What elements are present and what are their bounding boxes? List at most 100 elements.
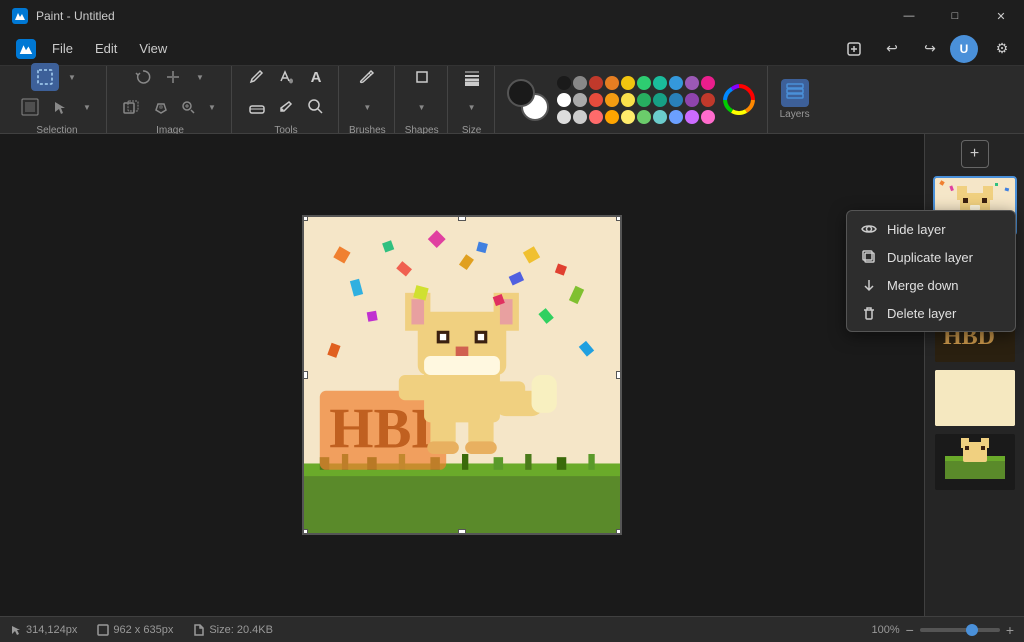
select-all-button[interactable] bbox=[16, 93, 44, 121]
text-button[interactable]: A bbox=[302, 63, 330, 91]
fill-button[interactable] bbox=[272, 63, 300, 91]
color-swatch[interactable] bbox=[589, 110, 603, 124]
add-layer-button[interactable]: + bbox=[961, 140, 989, 168]
crop-dropdown[interactable]: ▼ bbox=[76, 96, 98, 118]
toolbar-layers-group: Layers bbox=[767, 66, 822, 133]
save-to-cloud-button[interactable] bbox=[840, 35, 868, 63]
hide-layer-menu-item[interactable]: Hide layer bbox=[847, 215, 1015, 243]
color-swatch[interactable] bbox=[589, 76, 603, 90]
toolbar-colors-group: Colors bbox=[497, 66, 765, 133]
color-swatch[interactable] bbox=[557, 93, 571, 107]
selection-arrow[interactable] bbox=[46, 93, 74, 121]
resize-handle-tl[interactable] bbox=[302, 215, 308, 221]
zoom-slider[interactable] bbox=[920, 628, 1000, 632]
color-swatch[interactable] bbox=[701, 110, 715, 124]
color-swatch[interactable] bbox=[621, 76, 635, 90]
zoom-out-button[interactable]: − bbox=[906, 622, 914, 638]
color-swatch[interactable] bbox=[653, 76, 667, 90]
color-swatch[interactable] bbox=[621, 93, 635, 107]
menu-edit[interactable]: Edit bbox=[85, 37, 127, 60]
toolbar-image-group: ▼ bbox=[109, 66, 232, 133]
color-swatch[interactable] bbox=[685, 110, 699, 124]
delete-layer-menu-item[interactable]: Delete layer bbox=[847, 299, 1015, 327]
resize-handle-tc[interactable] bbox=[458, 215, 466, 221]
menu-file[interactable]: File bbox=[42, 37, 83, 60]
menu-view[interactable]: View bbox=[129, 37, 177, 60]
color-picker-button[interactable] bbox=[272, 93, 300, 121]
color-swatch[interactable] bbox=[557, 110, 571, 124]
zoom-in-button[interactable]: + bbox=[1006, 622, 1014, 638]
magnify-button[interactable] bbox=[302, 93, 330, 121]
color-swatch[interactable] bbox=[557, 76, 571, 90]
color-swatch[interactable] bbox=[701, 76, 715, 90]
flip-dropdown-arrow[interactable]: ▼ bbox=[189, 66, 211, 88]
brush-dropdown[interactable]: ▼ bbox=[353, 93, 381, 121]
color-swatch[interactable] bbox=[573, 110, 587, 124]
layer-5-thumbnail[interactable] bbox=[933, 432, 1017, 492]
settings-button[interactable]: ⚙ bbox=[988, 35, 1016, 63]
selection-dropdown[interactable]: ▼ bbox=[61, 66, 83, 88]
color-swatch[interactable] bbox=[669, 93, 683, 107]
color-swatch[interactable] bbox=[605, 93, 619, 107]
color-swatch[interactable] bbox=[685, 76, 699, 90]
selection-tool-button[interactable] bbox=[31, 63, 59, 91]
resize-button[interactable] bbox=[117, 93, 145, 121]
layer-4-thumbnail[interactable] bbox=[933, 368, 1017, 428]
color-swatch[interactable] bbox=[621, 110, 635, 124]
toolbar: ▼ ▼ Selection bbox=[0, 66, 1024, 134]
color-swatch[interactable] bbox=[637, 76, 651, 90]
zoom-dropdown-arrow[interactable]: ▼ bbox=[201, 96, 223, 118]
maximize-button[interactable]: □ bbox=[932, 0, 978, 32]
color-swatch[interactable] bbox=[685, 93, 699, 107]
toolbar-shapes-group: ▼ Shapes bbox=[397, 66, 448, 133]
resize-handle-br[interactable] bbox=[616, 529, 622, 535]
resize-handle-mr[interactable] bbox=[616, 371, 622, 379]
pencil-button[interactable] bbox=[242, 63, 270, 91]
color-swatch[interactable] bbox=[573, 93, 587, 107]
color-swatch[interactable] bbox=[701, 93, 715, 107]
resize-handle-bc[interactable] bbox=[458, 529, 466, 535]
canvas-size-group: 962 x 635px bbox=[97, 624, 173, 636]
layers-panel-button[interactable] bbox=[781, 79, 809, 107]
minimize-button[interactable]: — bbox=[886, 0, 932, 32]
resize-handle-bl[interactable] bbox=[302, 529, 308, 535]
brush-button[interactable] bbox=[353, 63, 381, 91]
color-swatch[interactable] bbox=[589, 93, 603, 107]
merge-down-menu-item[interactable]: Merge down bbox=[847, 271, 1015, 299]
undo-icon: ↩ bbox=[886, 40, 898, 57]
hide-layer-label: Hide layer bbox=[887, 222, 946, 237]
color-swatch[interactable] bbox=[573, 76, 587, 90]
zoom-percent: 100% bbox=[871, 624, 899, 636]
color-row-3 bbox=[557, 110, 715, 124]
canvas[interactable]: HBD bbox=[302, 215, 622, 535]
zoom-slider-thumb[interactable] bbox=[966, 624, 978, 636]
close-button[interactable]: ✕ bbox=[978, 0, 1024, 32]
resize-handle-ml[interactable] bbox=[302, 371, 308, 379]
resize-handle-tr[interactable] bbox=[616, 215, 622, 221]
flip-dropdown[interactable] bbox=[159, 63, 187, 91]
undo-button[interactable]: ↩ bbox=[878, 35, 906, 63]
color-swatch[interactable] bbox=[605, 76, 619, 90]
color-swatch[interactable] bbox=[605, 110, 619, 124]
user-avatar[interactable]: U bbox=[950, 35, 978, 63]
foreground-color[interactable] bbox=[507, 79, 535, 107]
color-swatch[interactable] bbox=[669, 76, 683, 90]
color-swatch[interactable] bbox=[637, 110, 651, 124]
color-swatch[interactable] bbox=[669, 110, 683, 124]
shapes-dropdown[interactable]: ▼ bbox=[408, 93, 436, 121]
color-selector[interactable] bbox=[507, 79, 549, 121]
shapes-button[interactable] bbox=[408, 63, 436, 91]
redo-button[interactable]: ↪ bbox=[916, 35, 944, 63]
menu-right: ↩ ↪ U ⚙ bbox=[836, 35, 1016, 63]
line-size-button[interactable] bbox=[458, 63, 486, 91]
duplicate-layer-menu-item[interactable]: Duplicate layer bbox=[847, 243, 1015, 271]
magic-select-button[interactable] bbox=[147, 93, 175, 121]
color-swatch[interactable] bbox=[653, 110, 667, 124]
color-swatch[interactable] bbox=[637, 93, 651, 107]
rotate-button[interactable] bbox=[129, 63, 157, 91]
color-swatch[interactable] bbox=[653, 93, 667, 107]
size-dropdown[interactable]: ▼ bbox=[458, 93, 486, 121]
eraser-button[interactable] bbox=[242, 93, 270, 121]
zoom-dropdown[interactable] bbox=[177, 96, 199, 118]
color-wheel-button[interactable] bbox=[723, 84, 755, 116]
